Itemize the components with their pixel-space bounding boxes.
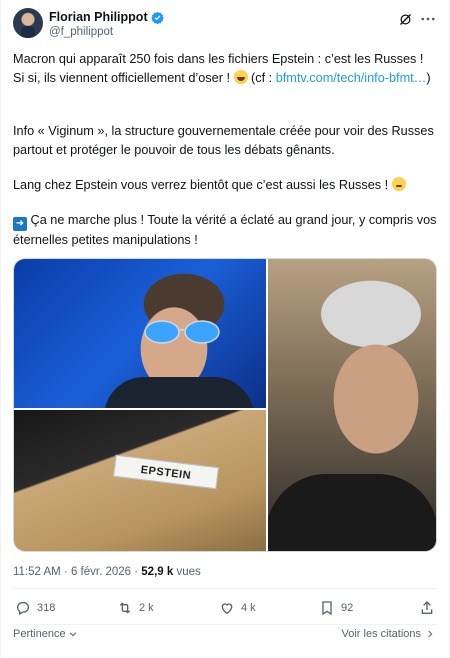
verified-badge-icon [150, 11, 164, 24]
folder-label: EPSTEIN [113, 454, 219, 490]
reply-icon [17, 602, 29, 616]
chevron-right-icon [428, 630, 433, 638]
tweet-paragraph-4: ➜ Ça ne marche plus ! Toute la vérité a … [13, 211, 437, 250]
views-count: 52,9 k [141, 566, 174, 578]
quotes-label: Voir les citations [341, 628, 421, 640]
tweet-media[interactable]: EPSTEIN [13, 258, 437, 552]
avatar[interactable] [13, 8, 43, 38]
sunglasses-icon [144, 320, 220, 344]
winking-emoji-icon [391, 177, 406, 191]
media-divider-horizontal [14, 408, 266, 410]
bookmark-count: 92 [341, 602, 354, 614]
share-button[interactable] [419, 600, 435, 616]
photo-epstein-portrait[interactable] [266, 259, 436, 551]
retweet-count: 2 k [139, 602, 154, 614]
tweet-card: Florian Philippot @f_philippot Macron qu… [0, 0, 450, 658]
tweet-paragraph-3: Lang chez Epstein vous verrez bientôt qu… [13, 176, 437, 195]
photo-epstein-folder[interactable]: EPSTEIN [14, 409, 266, 551]
sort-dropdown[interactable]: Pertinence [13, 628, 78, 640]
retweet-icon [119, 602, 131, 614]
more-options-icon[interactable] [419, 10, 437, 28]
divider [13, 588, 437, 589]
bookmark-icon [322, 601, 332, 616]
tweet-timestamp[interactable]: 11:52 AM · 6 févr. 2026 · [13, 566, 141, 578]
tweet-paragraph-1: Macron qui apparaît 250 fois dans les fi… [13, 50, 437, 88]
tweet-paragraph-2: Info « Viginum », la structure gouvernem… [13, 124, 434, 157]
shirt-shape [266, 474, 436, 551]
author-name[interactable]: Florian Philippot [49, 10, 148, 24]
tweet-text-3: Lang chez Epstein vous verrez bientôt qu… [13, 178, 392, 192]
action-bar: 318 2 k 4 k 92 [15, 600, 435, 622]
tweet-text-1c: ) [426, 71, 431, 85]
author-name-row: Florian Philippot [49, 10, 164, 24]
view-quotes-link[interactable]: Voir les citations [342, 628, 435, 640]
article-link[interactable]: bfmtv.com/tech/info-bfmt… [276, 71, 427, 85]
author-handle[interactable]: @f_philippot [49, 26, 113, 38]
share-icon [421, 601, 433, 614]
retweet-button[interactable]: 2 k [117, 600, 154, 616]
heart-icon [221, 603, 233, 615]
reply-button[interactable]: 318 [15, 600, 55, 616]
like-button[interactable]: 4 k [219, 600, 256, 616]
like-count: 4 k [241, 602, 256, 614]
right-arrow-emoji-icon: ➜ [13, 217, 27, 231]
views-label: vues [173, 566, 201, 578]
photo-macron-sunglasses[interactable] [14, 259, 266, 417]
tweet-text-4: Ça ne marche plus ! Toute la vérité a éc… [13, 213, 437, 247]
tweet-text-1b: (cf : [247, 71, 276, 85]
chevron-down-icon [69, 632, 76, 637]
tweet-meta: 11:52 AM · 6 févr. 2026 · 52,9 k vues [13, 566, 201, 578]
grok-icon[interactable] [398, 12, 413, 27]
media-divider-vertical [266, 259, 268, 551]
divider [13, 624, 437, 625]
bookmark-button[interactable]: 92 [319, 600, 353, 616]
tweet-header: Florian Philippot @f_philippot [13, 6, 439, 46]
reply-count: 318 [37, 602, 56, 614]
laughing-emoji-icon [233, 70, 248, 84]
sort-label: Pertinence [13, 628, 66, 640]
